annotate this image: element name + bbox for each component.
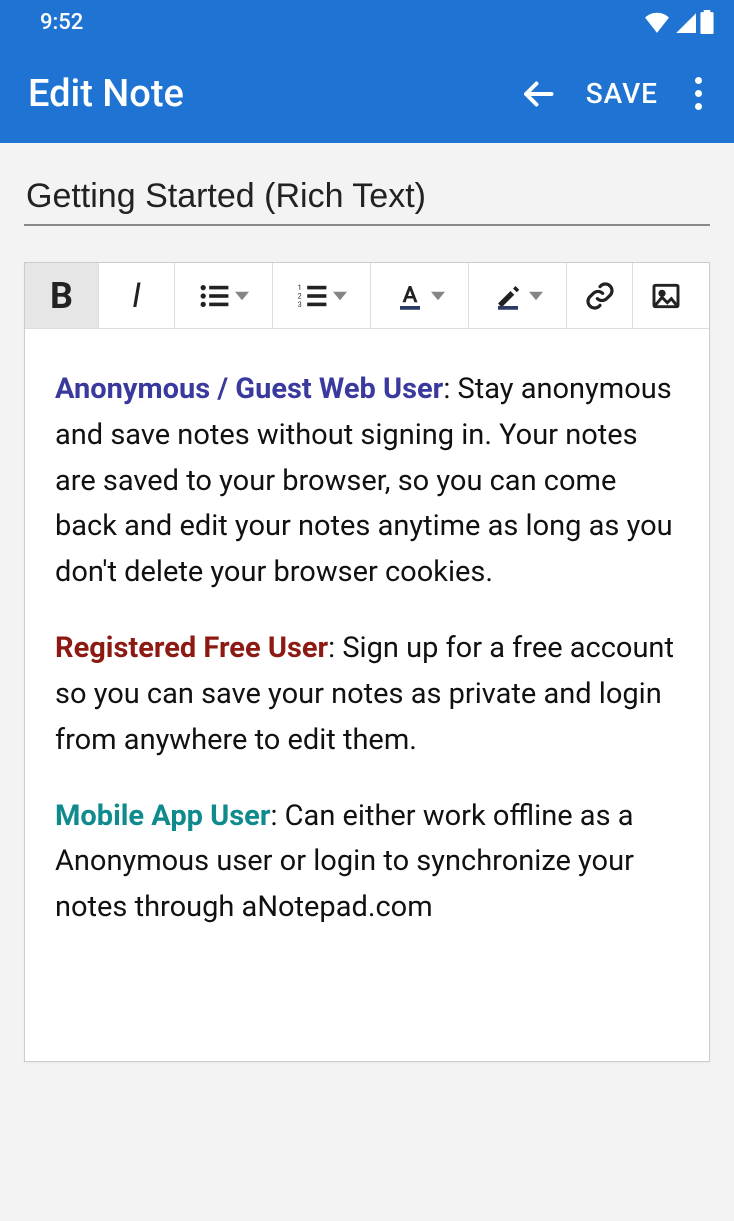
paragraph: Registered Free User: Sign up for a free…: [55, 626, 679, 763]
arrow-left-icon: [520, 76, 556, 112]
signal-icon: [674, 11, 696, 33]
status-bar: 9:52: [0, 0, 734, 44]
editor-toolbar: B I 123: [25, 263, 709, 329]
highlight-button[interactable]: [469, 263, 567, 328]
chevron-down-icon: [529, 289, 543, 303]
bullet-list-button[interactable]: [175, 263, 273, 328]
paragraph: Mobile App User: Can either work offline…: [55, 794, 679, 931]
content-area: B I 123: [0, 143, 734, 1062]
dot-icon: [695, 77, 702, 84]
paragraph: Anonymous / Guest Web User: Stay anonymo…: [55, 367, 679, 596]
battery-icon: [700, 10, 714, 34]
dot-icon: [695, 103, 702, 110]
italic-icon: I: [132, 276, 141, 316]
chevron-down-icon: [333, 289, 347, 303]
note-title-input[interactable]: [24, 173, 710, 226]
font-color-button[interactable]: [371, 263, 469, 328]
link-button[interactable]: [567, 263, 633, 328]
user-type-label: Registered Free User: [55, 631, 328, 665]
status-time: 9:52: [40, 10, 83, 35]
wifi-icon: [644, 11, 670, 33]
numbered-list-button[interactable]: 123: [273, 263, 371, 328]
back-button[interactable]: [516, 72, 560, 116]
italic-button[interactable]: I: [99, 263, 175, 328]
numbered-list-icon: 123: [297, 284, 327, 308]
rich-text-editor: B I 123: [24, 262, 710, 1062]
image-button[interactable]: [633, 263, 699, 328]
bullet-list-icon: [199, 284, 229, 308]
dot-icon: [695, 90, 702, 97]
status-icons: [644, 10, 714, 34]
chevron-down-icon: [235, 289, 249, 303]
app-bar: Edit Note SAVE: [0, 44, 734, 143]
font-color-icon: [395, 281, 425, 311]
user-type-label: Anonymous / Guest Web User: [55, 372, 443, 406]
note-body[interactable]: Anonymous / Guest Web User: Stay anonymo…: [25, 329, 709, 1061]
svg-text:3: 3: [297, 299, 301, 307]
highlight-icon: [493, 281, 523, 311]
link-icon: [584, 280, 616, 312]
user-type-label: Mobile App User: [55, 799, 270, 833]
bold-icon: B: [50, 275, 73, 317]
chevron-down-icon: [431, 289, 445, 303]
bold-button[interactable]: B: [25, 263, 99, 328]
save-button[interactable]: SAVE: [586, 77, 658, 110]
image-icon: [650, 280, 682, 312]
more-button[interactable]: [684, 77, 712, 110]
app-title: Edit Note: [28, 72, 516, 116]
